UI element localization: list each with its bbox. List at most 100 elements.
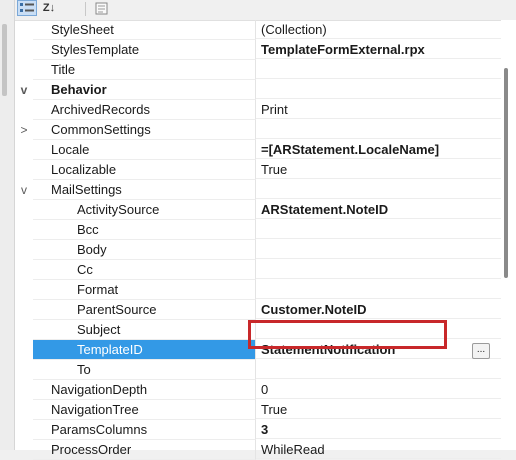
property-name-cell[interactable]: ArchivedRecords [33, 100, 256, 120]
property-name: Format [77, 282, 119, 297]
property-name: ParamsColumns [51, 422, 148, 437]
property-row-cc[interactable]: Cc [15, 260, 501, 280]
row-gutter [15, 100, 33, 120]
property-name: TemplateID [77, 342, 143, 357]
property-row-mail-settings[interactable]: v MailSettings [15, 180, 501, 200]
property-value-cell[interactable]: 0 [256, 380, 501, 399]
property-name-cell[interactable]: Subject [33, 320, 256, 340]
property-name-cell[interactable]: To [33, 360, 256, 380]
categorized-button[interactable] [17, 0, 37, 16]
property-name-cell[interactable]: ParentSource [33, 300, 256, 320]
property-name: Cc [77, 262, 93, 277]
property-value-cell[interactable]: Customer.NoteID [256, 300, 501, 319]
property-value-cell[interactable]: True [256, 160, 501, 179]
property-row-format[interactable]: Format [15, 280, 501, 300]
property-name: NavigationTree [51, 402, 139, 417]
property-value-cell[interactable]: TemplateFormExternal.rpx [256, 40, 501, 59]
property-row-title[interactable]: Title [15, 60, 501, 80]
collapse-chevron-icon[interactable]: v [15, 80, 33, 100]
property-value-cell[interactable]: =[ARStatement.LocaleName] [256, 140, 501, 159]
property-name-cell[interactable]: NavigationTree [33, 400, 256, 420]
property-value-cell[interactable] [256, 280, 501, 299]
expand-chevron-icon[interactable]: > [15, 120, 33, 140]
property-name: To [77, 362, 91, 377]
property-name-cell[interactable]: CommonSettings [33, 120, 256, 140]
category-name-cell[interactable]: Behavior [33, 80, 256, 100]
property-value-cell[interactable]: (Collection) [256, 20, 501, 39]
property-value-cell[interactable] [256, 60, 501, 79]
property-name-cell[interactable]: Title [33, 60, 256, 80]
property-grid: StyleSheet (Collection) StylesTemplate T… [15, 20, 501, 460]
left-scroll-thumb[interactable] [2, 24, 7, 96]
property-pages-button[interactable] [91, 0, 111, 16]
property-name-cell[interactable]: Localizable [33, 160, 256, 180]
left-splitter-strip [0, 0, 14, 450]
property-name-cell[interactable]: StyleSheet [33, 20, 256, 40]
property-row-parent-source[interactable]: ParentSource Customer.NoteID [15, 300, 501, 320]
property-name-cell[interactable]: Cc [33, 260, 256, 280]
row-gutter [15, 220, 33, 240]
property-name-cell[interactable]: Body [33, 240, 256, 260]
property-value-cell[interactable] [256, 240, 501, 259]
property-name: ParentSource [77, 302, 157, 317]
property-name: ArchivedRecords [51, 102, 150, 117]
property-value-cell[interactable]: ARStatement.NoteID [256, 200, 501, 219]
alphabetical-button[interactable]: Z↓ [39, 0, 59, 16]
row-gutter [15, 160, 33, 180]
property-pages-icon [95, 2, 107, 14]
property-grid-toolbar: Z↓ [15, 0, 516, 21]
toolbar-separator [85, 2, 86, 16]
property-name-cell[interactable]: TemplateID [33, 340, 256, 360]
property-name-cell[interactable]: NavigationDepth [33, 380, 256, 400]
property-name: Body [77, 242, 107, 257]
property-row-process-order[interactable]: ProcessOrder WhileRead [15, 440, 501, 460]
property-name-cell[interactable]: Bcc [33, 220, 256, 240]
property-name-cell[interactable]: Locale [33, 140, 256, 160]
vertical-scrollbar[interactable] [501, 20, 516, 450]
property-row-common-settings[interactable]: > CommonSettings [15, 120, 501, 140]
property-name-cell[interactable]: ParamsColumns [33, 420, 256, 440]
row-gutter [15, 380, 33, 400]
property-value-cell[interactable]: True [256, 400, 501, 419]
property-name: StylesTemplate [51, 42, 140, 57]
property-name: Subject [77, 322, 121, 337]
collapse-chevron-icon[interactable]: v [15, 180, 33, 200]
property-row-bcc[interactable]: Bcc [15, 220, 501, 240]
property-row-activity-source[interactable]: ActivitySource ARStatement.NoteID [15, 200, 501, 220]
property-value-cell[interactable]: 3 [256, 420, 501, 439]
property-name: Localizable [51, 162, 117, 177]
property-row-stylesheet[interactable]: StyleSheet (Collection) [15, 20, 501, 40]
property-value-cell[interactable] [256, 260, 501, 279]
property-value-cell[interactable] [256, 180, 501, 199]
category-name: Behavior [51, 82, 107, 97]
property-name-cell[interactable]: MailSettings [33, 180, 256, 200]
property-row-to[interactable]: To [15, 360, 501, 380]
property-value-cell[interactable]: Print [256, 100, 501, 119]
property-name: ActivitySource [77, 202, 160, 217]
property-name: CommonSettings [51, 122, 151, 137]
property-value-cell[interactable] [256, 120, 501, 139]
property-name: StyleSheet [51, 22, 114, 37]
property-value-cell[interactable] [256, 220, 501, 239]
property-row-styles-template[interactable]: StylesTemplate TemplateFormExternal.rpx [15, 40, 501, 60]
property-name: Title [51, 62, 76, 77]
property-row-locale[interactable]: Locale =[ARStatement.LocaleName] [15, 140, 501, 160]
property-value-cell[interactable] [256, 360, 501, 379]
row-gutter [15, 240, 33, 260]
property-name-cell[interactable]: StylesTemplate [33, 40, 256, 60]
scrollbar-thumb[interactable] [504, 68, 508, 278]
property-row-navigation-tree[interactable]: NavigationTree True [15, 400, 501, 420]
property-row-archived-records[interactable]: ArchivedRecords Print [15, 100, 501, 120]
ellipsis-button[interactable]: ... [472, 343, 490, 359]
row-gutter [15, 200, 33, 220]
row-gutter [15, 420, 33, 440]
property-name-cell[interactable]: ActivitySource [33, 200, 256, 220]
property-row-localizable[interactable]: Localizable True [15, 160, 501, 180]
property-row-params-columns[interactable]: ParamsColumns 3 [15, 420, 501, 440]
row-gutter [15, 400, 33, 420]
property-row-body[interactable]: Body [15, 240, 501, 260]
property-name-cell[interactable]: ProcessOrder [33, 440, 256, 460]
category-row-behavior[interactable]: v Behavior [15, 80, 501, 100]
property-name-cell[interactable]: Format [33, 280, 256, 300]
property-row-navigation-depth[interactable]: NavigationDepth 0 [15, 380, 501, 400]
